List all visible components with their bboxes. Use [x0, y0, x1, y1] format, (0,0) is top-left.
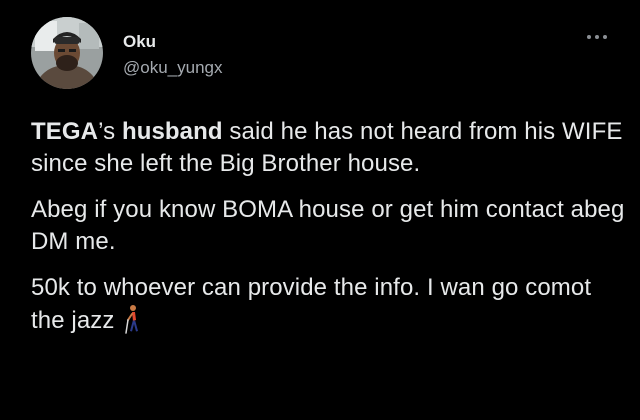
author-name[interactable]: Oku — [123, 32, 156, 52]
tweet-paragraph-2: Abeg if you know BOMA house or get him c… — [31, 196, 625, 255]
more-options-icon[interactable] — [584, 30, 610, 44]
author-handle[interactable]: @oku_yungx — [123, 58, 223, 78]
tweet-card: Oku @oku_yungx TEGA’s husband said he ha… — [0, 0, 640, 420]
author-avatar[interactable] — [31, 17, 103, 89]
tweet-text: TEGA’s husband said he has not heard fro… — [31, 116, 631, 337]
profile-photo-icon — [31, 17, 103, 89]
tweet-bold-tega: TEGA — [31, 118, 99, 145]
tweet-paragraph-3: 50k to whoever can provide the info. I w… — [31, 272, 631, 337]
tweet-paragraph-1: TEGA’s husband said he has not heard fro… — [31, 116, 631, 180]
tweet-bold-husband: husband — [121, 118, 223, 145]
tweet-paragraph-3-text: 50k to whoever can provide the info. I w… — [31, 274, 592, 334]
person-walking-with-cane-icon — [124, 305, 138, 334]
tweet-text-possessive: ’s — [98, 118, 122, 145]
